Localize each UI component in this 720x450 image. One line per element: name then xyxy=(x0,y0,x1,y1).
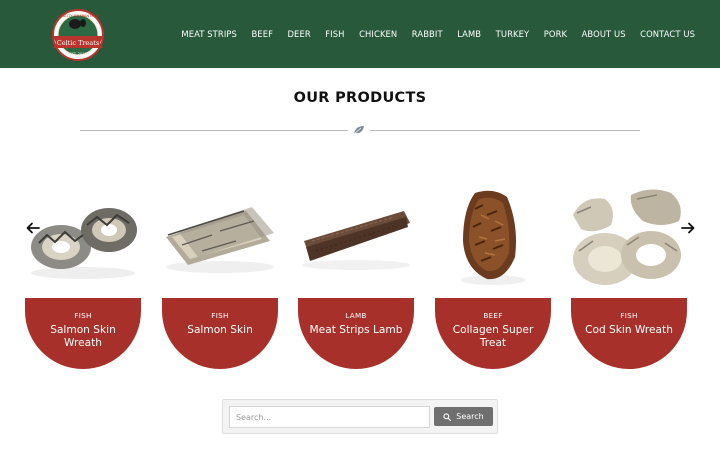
main-nav: MEAT STRIPS BEEF DEER FISH CHICKEN RABBI… xyxy=(181,0,695,68)
salmon-skin-image xyxy=(166,207,274,273)
product-name[interactable]: Meat Strips Lamb xyxy=(298,324,414,337)
product-card[interactable]: FISH Salmon Skin Wreath xyxy=(25,185,141,369)
product-category: FISH xyxy=(211,311,229,320)
search-input[interactable] xyxy=(229,406,430,428)
product-card[interactable]: FISH Cod Skin Wreath xyxy=(571,185,687,369)
divider-line-right xyxy=(370,130,640,131)
lamb-meat-strips-image xyxy=(302,211,410,270)
logo-brand-text: Celtic Treats xyxy=(57,39,99,47)
product-category: BEEF xyxy=(483,311,503,320)
product-info: LAMB Meat Strips Lamb xyxy=(298,298,414,369)
product-card[interactable]: LAMB Meat Strips Lamb xyxy=(298,185,414,369)
logo-ring-text: QUALITY GUARANTEED xyxy=(57,14,99,18)
product-name[interactable]: Salmon Skin Wreath xyxy=(25,324,141,350)
nav-item-rabbit[interactable]: RABBIT xyxy=(412,29,443,39)
product-category: FISH xyxy=(74,311,92,320)
cod-skin-wreath-image xyxy=(573,189,681,285)
nav-item-about-us[interactable]: ABOUT US xyxy=(582,29,626,39)
product-info: FISH Salmon Skin xyxy=(162,298,278,369)
nav-item-deer[interactable]: DEER xyxy=(288,29,311,39)
nav-item-chicken[interactable]: CHICKEN xyxy=(359,29,397,39)
search-icon xyxy=(443,412,452,421)
nav-item-fish[interactable]: FISH xyxy=(325,29,344,39)
product-name[interactable]: Cod Skin Wreath xyxy=(571,324,687,337)
search-button-label: Search xyxy=(456,412,484,421)
search-box: Search xyxy=(222,399,498,434)
divider-line-left xyxy=(80,130,348,131)
product-category: FISH xyxy=(620,311,638,320)
nav-item-lamb[interactable]: LAMB xyxy=(457,29,481,39)
product-card[interactable]: BEEF Collagen Super Treat xyxy=(435,185,551,369)
nav-item-meat-strips[interactable]: MEAT STRIPS xyxy=(181,29,237,39)
product-name[interactable]: Collagen Super Treat xyxy=(435,324,551,350)
product-category: LAMB xyxy=(345,311,367,320)
site-header: Celtic Treats QUALITY GUARANTEED EST. 20… xyxy=(0,0,720,68)
page-title: OUR PRODUCTS xyxy=(293,90,427,106)
nav-item-beef[interactable]: BEEF xyxy=(251,29,273,39)
product-card[interactable]: FISH Salmon Skin xyxy=(162,185,278,369)
logo-est-text: EST. 2017 xyxy=(70,52,87,56)
salmon-skin-wreath-image xyxy=(31,208,137,279)
nav-item-pork[interactable]: PORK xyxy=(544,29,567,39)
nav-item-contact-us[interactable]: CONTACT US xyxy=(640,29,695,39)
product-info: FISH Cod Skin Wreath xyxy=(571,298,687,369)
search-button[interactable]: Search xyxy=(434,407,493,426)
product-info: BEEF Collagen Super Treat xyxy=(435,298,551,369)
product-info: FISH Salmon Skin Wreath xyxy=(25,298,141,369)
collagen-treat-image xyxy=(461,190,525,285)
product-name[interactable]: Salmon Skin xyxy=(162,324,278,337)
nav-item-turkey[interactable]: TURKEY xyxy=(496,29,530,39)
leaf-icon xyxy=(353,126,364,135)
celtic-treats-logo[interactable]: Celtic Treats QUALITY GUARANTEED EST. 20… xyxy=(47,8,109,62)
